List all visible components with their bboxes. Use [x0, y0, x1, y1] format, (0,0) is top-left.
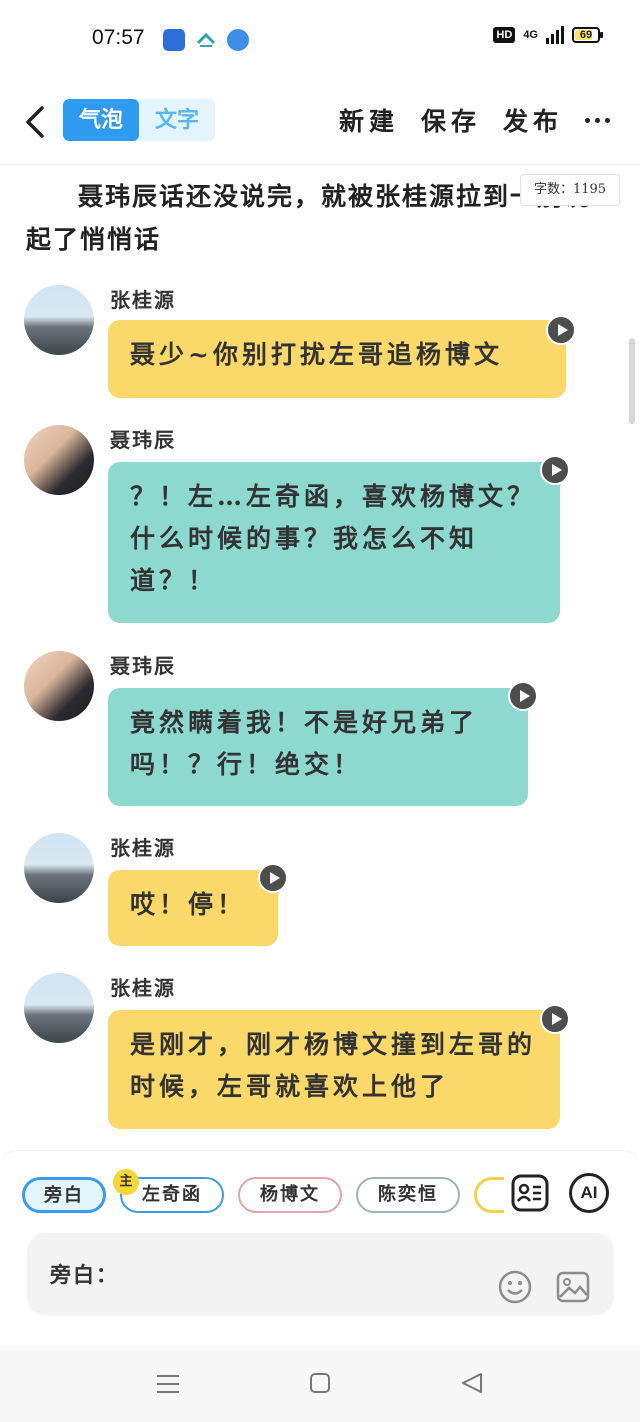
network-type: 4G	[523, 29, 538, 41]
image-icon[interactable]	[555, 1269, 591, 1305]
publish-button[interactable]: 发布	[503, 102, 563, 138]
speaker-name: 张桂源	[110, 836, 176, 860]
nav-menu-icon[interactable]	[156, 1372, 180, 1396]
tab-text[interactable]: 文字	[139, 99, 215, 141]
tab-bubble[interactable]: 气泡	[63, 99, 139, 141]
chat-bubble[interactable]: 是刚才，刚才杨博文撞到左哥的时候，左哥就喜欢上他了	[108, 1010, 560, 1129]
save-button[interactable]: 保存	[421, 102, 481, 138]
play-icon[interactable]	[540, 1004, 570, 1034]
back-icon[interactable]	[20, 102, 56, 142]
speaker-name: 张桂源	[110, 976, 176, 1000]
main-role-badge: 主	[113, 1169, 139, 1195]
chat-bubble[interactable]: 哎！停！	[108, 870, 278, 946]
ai-button[interactable]: AI	[569, 1173, 609, 1213]
role-chip-more[interactable]	[474, 1177, 504, 1213]
battery-icon: 69	[572, 27, 603, 43]
role-card-icon[interactable]	[510, 1173, 550, 1213]
speaker-name: 聂玮辰	[110, 654, 176, 678]
mode-toggle: 气泡 文字	[63, 99, 215, 141]
play-icon[interactable]	[546, 315, 576, 345]
app-notification-icon	[163, 29, 185, 51]
play-icon[interactable]	[540, 455, 570, 485]
battery-level: 69	[579, 29, 593, 41]
avatar[interactable]	[24, 285, 94, 355]
speaker-name: 聂玮辰	[110, 428, 176, 452]
chat-bubble[interactable]: ？！左…左奇函，喜欢杨博文？什么时候的事？我怎么不知道？！	[108, 462, 560, 623]
signal-icon	[546, 26, 564, 44]
avatar[interactable]	[24, 425, 94, 495]
header-divider	[0, 164, 640, 165]
new-button[interactable]: 新建	[339, 102, 399, 138]
more-icon[interactable]	[585, 118, 610, 123]
hd-badge: HD	[493, 27, 516, 43]
play-icon[interactable]	[258, 863, 288, 893]
avatar[interactable]	[24, 973, 94, 1043]
word-count-badge: 字数：1195	[520, 174, 620, 206]
status-indicators: HD 4G 69	[493, 26, 603, 44]
nav-back-icon[interactable]	[460, 1371, 484, 1395]
role-chip-chenyiheng[interactable]: 陈奕恒	[356, 1177, 460, 1213]
role-chip-yangbowen[interactable]: 杨博文	[238, 1177, 342, 1213]
role-chip-narration[interactable]: 旁白	[22, 1177, 106, 1213]
narration-text[interactable]: 聂玮辰话还没说完，就被张桂源拉到一别说起了悄悄话	[26, 175, 606, 261]
chat-bubble[interactable]: 竟然瞒着我！不是好兄弟了吗！？行！绝交！	[108, 688, 528, 806]
cloud-notification-icon	[195, 29, 217, 51]
speaker-name: 张桂源	[110, 288, 176, 312]
play-icon[interactable]	[508, 681, 538, 711]
avatar[interactable]	[24, 833, 94, 903]
nav-home-icon[interactable]	[309, 1372, 331, 1394]
input-role-label: 旁白：	[50, 1262, 119, 1287]
status-time: 07:57	[92, 26, 145, 49]
emoji-icon[interactable]	[497, 1269, 533, 1305]
scrollbar[interactable]	[629, 338, 635, 424]
chat-bubble[interactable]: 聂少~你别打扰左哥追杨博文	[108, 320, 566, 398]
browser-notification-icon	[227, 29, 249, 51]
avatar[interactable]	[24, 651, 94, 721]
